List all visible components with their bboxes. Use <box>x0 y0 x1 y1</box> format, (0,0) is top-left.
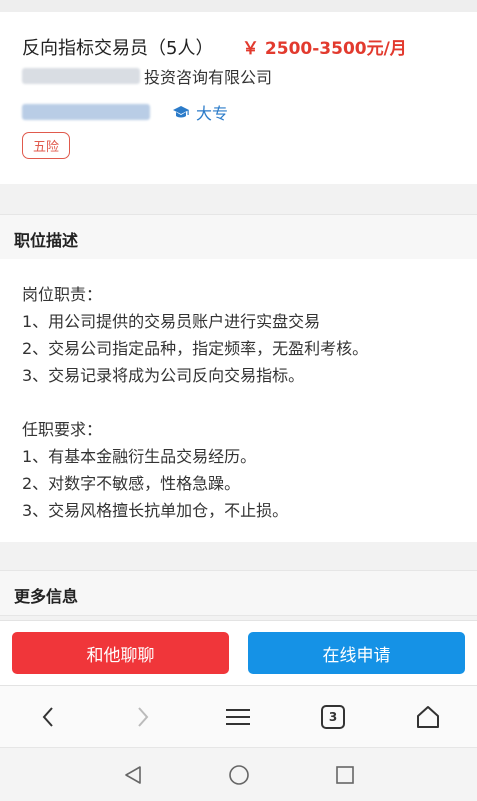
salary: ￥ 2500-3500元/月 <box>242 39 407 59</box>
triangle-back-icon[interactable] <box>103 748 163 801</box>
location-blurred <box>22 104 150 120</box>
circle-home-icon[interactable] <box>209 748 269 801</box>
more-info-header-label: 更多信息 <box>14 587 79 606</box>
description-line: 岗位职责： <box>22 285 103 304</box>
chat-button[interactable]: 和他聊聊 <box>12 632 229 674</box>
description-line: 2、交易公司指定品种，指定频率，无盈利考核。 <box>22 339 369 358</box>
action-bar: 和他聊聊 在线申请 <box>0 620 477 685</box>
description-header-label: 职位描述 <box>14 231 79 250</box>
graduation-cap-icon <box>172 104 190 120</box>
system-navigation-bar <box>0 747 477 801</box>
apply-online-button[interactable]: 在线申请 <box>248 632 465 674</box>
job-card: 反向指标交易员（5人） ￥ 2500-3500元/月 投资咨询有限公司 大专 五… <box>0 12 477 184</box>
menu-icon[interactable] <box>208 686 268 748</box>
description-line: 任职要求： <box>22 420 103 439</box>
company-name[interactable]: 投资咨询有限公司 <box>22 64 272 88</box>
description-line <box>22 389 368 416</box>
home-icon[interactable] <box>398 686 458 748</box>
description-line: 3、交易风格擅长抗单加仓，不止损。 <box>22 501 289 520</box>
company-name-text: 投资咨询有限公司 <box>144 68 273 87</box>
chevron-left-icon[interactable] <box>18 686 78 748</box>
job-title: 反向指标交易员（5人） <box>22 38 214 59</box>
tabs-count: 3 <box>328 710 338 724</box>
browser-toolbar: 3 <box>0 685 477 748</box>
top-gap <box>0 0 477 12</box>
job-description: 岗位职责： 1、用公司提供的交易员账户进行实盘交易 2、交易公司指定品种，指定频… <box>0 259 477 542</box>
description-line: 1、有基本金融衍生品交易经历。 <box>22 447 257 466</box>
chevron-right-icon[interactable] <box>113 686 173 748</box>
description-line: 2、对数字不敏感，性格急躁。 <box>22 474 241 493</box>
square-recent-icon[interactable] <box>315 748 375 801</box>
more-info-section-header[interactable]: 更多信息 <box>0 570 477 616</box>
company-name-blurred <box>22 68 140 84</box>
job-meta-row: 大专 <box>22 100 228 124</box>
description-lines: 岗位职责： 1、用公司提供的交易员账户进行实盘交易 2、交易公司指定品种，指定频… <box>22 281 368 524</box>
description-line: 3、交易记录将成为公司反向交易指标。 <box>22 366 305 385</box>
tabs-icon[interactable]: 3 <box>303 686 363 748</box>
description-line: 1、用公司提供的交易员账户进行实盘交易 <box>22 312 321 331</box>
benefit-tag: 五险 <box>22 132 71 159</box>
education-level: 大专 <box>196 104 229 123</box>
description-section-header: 职位描述 <box>0 214 477 260</box>
